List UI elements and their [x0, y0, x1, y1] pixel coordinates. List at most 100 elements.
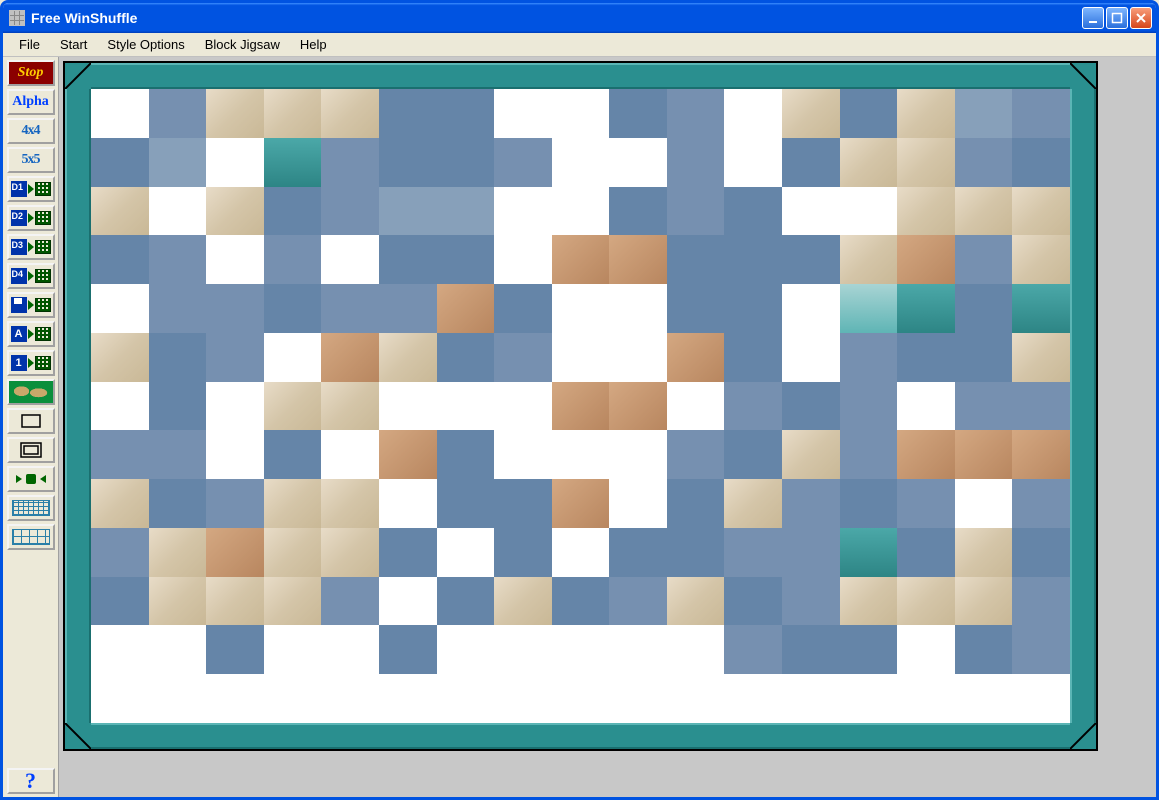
puzzle-tile[interactable]: [609, 479, 667, 528]
save-grid-button[interactable]: [7, 292, 55, 318]
puzzle-tile[interactable]: [437, 89, 495, 138]
puzzle-tile[interactable]: [1012, 284, 1070, 333]
puzzle-tile[interactable]: [206, 430, 264, 479]
puzzle-tile[interactable]: [667, 625, 725, 674]
puzzle-tile[interactable]: [897, 528, 955, 577]
puzzle-tile[interactable]: [1012, 577, 1070, 626]
puzzle-tile[interactable]: [552, 138, 610, 187]
puzzle-tile[interactable]: [1012, 89, 1070, 138]
puzzle-tile[interactable]: [955, 479, 1013, 528]
puzzle-tile[interactable]: [149, 430, 207, 479]
puzzle-tile[interactable]: [91, 577, 149, 626]
puzzle-tile[interactable]: [609, 235, 667, 284]
preset-d4-button[interactable]: D4: [7, 263, 55, 289]
puzzle-tile[interactable]: [437, 382, 495, 431]
puzzle-tile[interactable]: [437, 430, 495, 479]
puzzle-tile[interactable]: [897, 235, 955, 284]
puzzle-tile[interactable]: [724, 187, 782, 236]
puzzle-tile[interactable]: [724, 625, 782, 674]
puzzle-tile[interactable]: [955, 430, 1013, 479]
puzzle-tile[interactable]: [897, 674, 955, 723]
menu-block-jigsaw[interactable]: Block Jigsaw: [195, 35, 290, 54]
puzzle-tile[interactable]: [724, 528, 782, 577]
puzzle-tile[interactable]: [840, 187, 898, 236]
minimize-button[interactable]: [1082, 7, 1104, 29]
rect-outline-button[interactable]: [7, 408, 55, 434]
puzzle-tile[interactable]: [437, 187, 495, 236]
puzzle-tile[interactable]: [955, 235, 1013, 284]
puzzle-tile[interactable]: [264, 89, 322, 138]
puzzle-tile[interactable]: [437, 577, 495, 626]
puzzle-tile[interactable]: [379, 138, 437, 187]
swap-horizontal-button[interactable]: [7, 466, 55, 492]
puzzle-tile[interactable]: [840, 625, 898, 674]
puzzle-tile[interactable]: [552, 674, 610, 723]
puzzle-tile[interactable]: [379, 235, 437, 284]
grid-4x4-button[interactable]: 4x4: [7, 118, 55, 144]
puzzle-tile[interactable]: [264, 333, 322, 382]
puzzle-tile[interactable]: [782, 528, 840, 577]
puzzle-tile[interactable]: [149, 625, 207, 674]
fine-grid-button[interactable]: [7, 495, 55, 521]
puzzle-tile[interactable]: [494, 625, 552, 674]
puzzle-tile[interactable]: [264, 577, 322, 626]
puzzle-tile-grid[interactable]: [91, 89, 1070, 723]
puzzle-tile[interactable]: [782, 187, 840, 236]
puzzle-tile[interactable]: [552, 187, 610, 236]
puzzle-tile[interactable]: [321, 333, 379, 382]
puzzle-tile[interactable]: [206, 674, 264, 723]
alpha-button[interactable]: Alpha: [7, 89, 55, 115]
puzzle-tile[interactable]: [782, 479, 840, 528]
puzzle-tile[interactable]: [264, 187, 322, 236]
puzzle-tile[interactable]: [149, 382, 207, 431]
puzzle-tile[interactable]: [437, 528, 495, 577]
puzzle-tile[interactable]: [667, 333, 725, 382]
puzzle-tile[interactable]: [206, 89, 264, 138]
puzzle-tile[interactable]: [897, 430, 955, 479]
puzzle-tile[interactable]: [149, 479, 207, 528]
puzzle-tile[interactable]: [494, 235, 552, 284]
puzzle-tile[interactable]: [552, 89, 610, 138]
puzzle-tile[interactable]: [552, 430, 610, 479]
puzzle-tile[interactable]: [1012, 479, 1070, 528]
puzzle-tile[interactable]: [206, 138, 264, 187]
preset-d3-button[interactable]: D3: [7, 234, 55, 260]
puzzle-tile[interactable]: [667, 528, 725, 577]
puzzle-tile[interactable]: [667, 479, 725, 528]
puzzle-tile[interactable]: [724, 284, 782, 333]
puzzle-tile[interactable]: [494, 89, 552, 138]
rect-frame-button[interactable]: [7, 437, 55, 463]
puzzle-tile[interactable]: [1012, 235, 1070, 284]
puzzle-tile[interactable]: [494, 187, 552, 236]
puzzle-tile[interactable]: [494, 674, 552, 723]
puzzle-tile[interactable]: [782, 138, 840, 187]
puzzle-tile[interactable]: [724, 479, 782, 528]
puzzle-tile[interactable]: [437, 625, 495, 674]
puzzle-tile[interactable]: [206, 577, 264, 626]
puzzle-tile[interactable]: [321, 430, 379, 479]
puzzle-tile[interactable]: [782, 235, 840, 284]
puzzle-tile[interactable]: [206, 528, 264, 577]
puzzle-tile[interactable]: [91, 333, 149, 382]
puzzle-tile[interactable]: [840, 577, 898, 626]
puzzle-tile[interactable]: [264, 479, 322, 528]
puzzle-tile[interactable]: [321, 577, 379, 626]
puzzle-tile[interactable]: [897, 333, 955, 382]
puzzle-tile[interactable]: [724, 430, 782, 479]
puzzle-tile[interactable]: [840, 333, 898, 382]
puzzle-tile[interactable]: [1012, 333, 1070, 382]
puzzle-tile[interactable]: [149, 89, 207, 138]
puzzle-tile[interactable]: [1012, 528, 1070, 577]
puzzle-tile[interactable]: [667, 89, 725, 138]
puzzle-tile[interactable]: [264, 625, 322, 674]
puzzle-tile[interactable]: [667, 430, 725, 479]
puzzle-tile[interactable]: [724, 674, 782, 723]
puzzle-tile[interactable]: [264, 430, 322, 479]
puzzle-tile[interactable]: [379, 382, 437, 431]
puzzle-tile[interactable]: [321, 528, 379, 577]
puzzle-tile[interactable]: [321, 625, 379, 674]
menu-style-options[interactable]: Style Options: [97, 35, 194, 54]
puzzle-tile[interactable]: [494, 382, 552, 431]
puzzle-tile[interactable]: [321, 479, 379, 528]
puzzle-tile[interactable]: [955, 89, 1013, 138]
